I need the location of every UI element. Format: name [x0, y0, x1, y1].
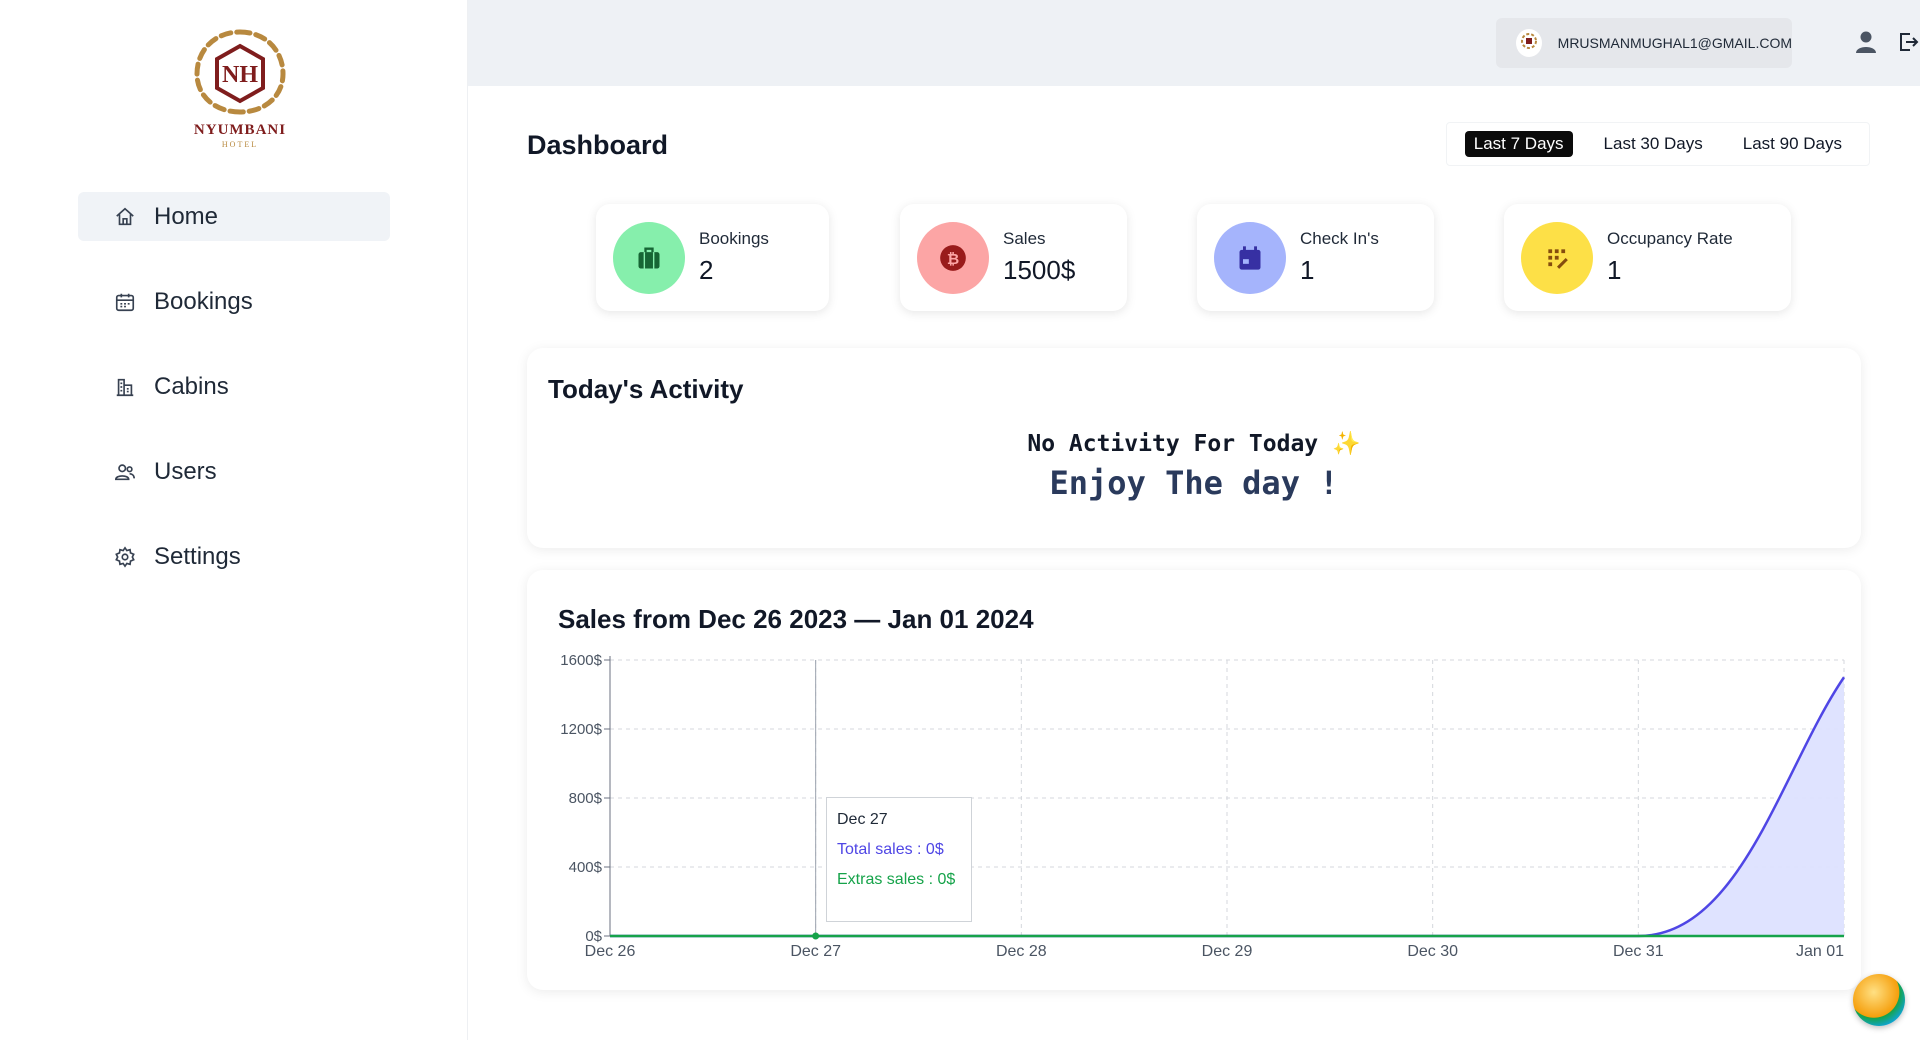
- sidebar-item-label: Cabins: [154, 372, 229, 400]
- hover-point: [812, 932, 820, 940]
- users-icon: [115, 463, 135, 480]
- sidebar-item-label: Users: [154, 457, 217, 485]
- sidebar: NH NYUMBANI HOTEL Home Bookings Cabins U…: [0, 0, 468, 1040]
- y-tick-label: 1200$: [560, 721, 602, 738]
- enjoy-message: Enjoy The day !: [1049, 464, 1339, 502]
- y-tick-label: 1600$: [560, 652, 602, 669]
- sidebar-item-home[interactable]: Home: [78, 192, 390, 241]
- svg-text:₿: ₿: [947, 249, 959, 267]
- page-title: Dashboard: [527, 130, 669, 160]
- svg-text:HOTEL: HOTEL: [222, 140, 258, 149]
- calendar-icon: [1214, 221, 1286, 294]
- x-tick-label: Jan 01: [1796, 943, 1844, 960]
- filter-last-7-days[interactable]: Last 7 Days: [1464, 131, 1573, 157]
- stat-card-sales: ₿ Sales 1500$: [900, 204, 1127, 311]
- x-tick-label: Dec 30: [1407, 943, 1458, 960]
- x-tick-label: Dec 29: [1202, 943, 1253, 960]
- coin-icon: ₿: [917, 221, 989, 294]
- sidebar-nav: Home Bookings Cabins Users Settings: [78, 192, 390, 617]
- x-tick-label: Dec 28: [996, 943, 1047, 960]
- x-tick-label: Dec 26: [585, 943, 636, 960]
- briefcase-icon: [613, 221, 685, 294]
- chart-tooltip: Dec 27 Total sales : 0$ Extras sales : 0…: [826, 797, 972, 922]
- sidebar-item-label: Bookings: [154, 287, 253, 315]
- sidebar-item-cabins[interactable]: Cabins: [78, 362, 390, 411]
- sparkle-emoji: ✨: [1332, 431, 1361, 457]
- top-header: MRUSMANMUGHAL1@GMAIL.COM: [468, 0, 1920, 86]
- todays-activity-card: Today's Activity No Activity For Today ✨…: [527, 348, 1861, 548]
- stat-card-bookings: Bookings 2: [596, 204, 829, 311]
- sales-chart[interactable]: 0$400$800$1200$1600$Dec 26 Dec 27 Dec 28 De…: [527, 570, 1861, 990]
- x-tick-label: Dec 27: [790, 943, 841, 960]
- stat-card-occupancy: Occupancy Rate 1: [1504, 204, 1791, 311]
- stat-label: Occupancy Rate: [1607, 229, 1733, 248]
- sales-chart-card: Sales from Dec 26 2023 — Jan 01 2024 0$ 4…: [527, 570, 1861, 990]
- x-tick-label: Dec 31: [1613, 943, 1664, 960]
- sidebar-item-users[interactable]: Users: [78, 447, 390, 496]
- stat-label: Check In's: [1300, 229, 1379, 248]
- stat-value: 1500$: [1003, 255, 1076, 285]
- chart-icon: [1521, 221, 1593, 294]
- hotel-logo[interactable]: NH NYUMBANI HOTEL: [185, 26, 295, 151]
- tooltip-total-sales: Total sales : 0$: [837, 841, 944, 858]
- filter-last-90-days[interactable]: Last 90 Days: [1734, 131, 1851, 157]
- user-email: MRUSMANMUGHAL1@GMAIL.COM: [1557, 35, 1792, 51]
- stat-value: 2: [699, 255, 714, 285]
- stat-value: 1: [1607, 255, 1622, 285]
- home-icon: [116, 207, 134, 225]
- no-activity-text: No Activity For Today: [1027, 431, 1319, 457]
- y-tick-label: 800$: [569, 790, 603, 807]
- svg-text:NYUMBANI: NYUMBANI: [194, 122, 286, 138]
- user-icon[interactable]: [1852, 28, 1880, 56]
- sidebar-item-settings[interactable]: Settings: [78, 532, 390, 581]
- calendar-icon: [115, 293, 135, 311]
- tooltip-date: Dec 27: [837, 811, 888, 828]
- building-icon: [116, 378, 134, 396]
- date-filter: Last 7 Days Last 30 Days Last 90 Days: [1445, 122, 1870, 166]
- tooltip-extras-sales: Extras sales : 0$: [837, 871, 956, 888]
- svg-text:NH: NH: [222, 62, 258, 88]
- avatar: [1516, 29, 1542, 57]
- stat-value: 1: [1300, 255, 1315, 285]
- sidebar-item-label: Home: [154, 202, 219, 230]
- activity-title: Today's Activity: [548, 374, 744, 404]
- stat-label: Bookings: [699, 229, 769, 248]
- floating-assistant-button[interactable]: [1853, 974, 1905, 1026]
- gear-icon: [115, 545, 135, 568]
- y-tick-label: 400$: [569, 859, 603, 876]
- filter-last-30-days[interactable]: Last 30 Days: [1595, 131, 1712, 157]
- stat-label: Sales: [1003, 229, 1046, 248]
- user-account-chip[interactable]: MRUSMANMUGHAL1@GMAIL.COM: [1496, 18, 1792, 68]
- main-content: Dashboard Last 7 Days Last 30 Days Last …: [468, 86, 1920, 1040]
- sidebar-item-bookings[interactable]: Bookings: [78, 277, 390, 326]
- logout-icon[interactable]: [1894, 28, 1920, 56]
- sidebar-item-label: Settings: [154, 542, 241, 570]
- no-activity-message: No Activity For Today ✨: [527, 430, 1861, 457]
- stat-card-checkins: Check In's 1: [1197, 204, 1434, 311]
